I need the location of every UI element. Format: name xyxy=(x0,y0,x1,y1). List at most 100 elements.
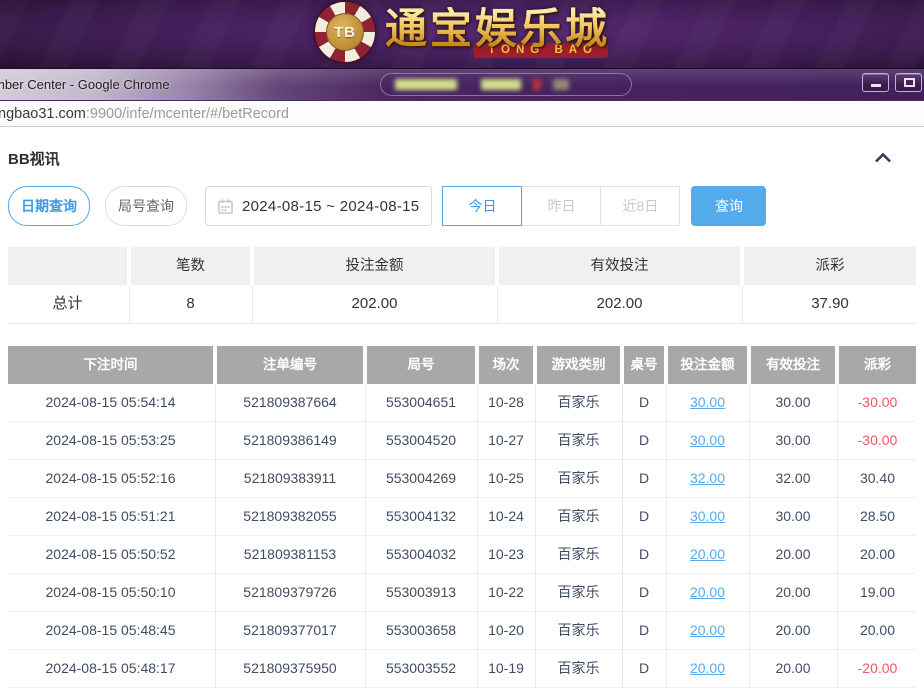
url-host: ngbao31.com xyxy=(0,106,86,122)
cell-bet-number: 521809379726 xyxy=(217,574,363,611)
cell-session: 10-23 xyxy=(479,536,533,573)
cell-payout: 19.00 xyxy=(839,574,916,611)
summary-total-label: 总计 xyxy=(8,285,127,323)
cell-table-number: D xyxy=(624,422,664,459)
cell-table-number: D xyxy=(624,384,664,421)
last-8-days-button[interactable]: 近8日 xyxy=(600,186,680,226)
summary-header: 有效投注 xyxy=(499,247,740,285)
chevron-up-icon xyxy=(874,153,892,163)
cell-valid-bet: 32.00 xyxy=(751,460,835,497)
round-query-tab[interactable]: 局号查询 xyxy=(105,186,187,226)
summary-total-row: 总计 8 202.00 202.00 37.90 xyxy=(8,285,916,324)
cell-game-type: 百家乐 xyxy=(537,384,620,421)
cell-table-number: D xyxy=(624,498,664,535)
collapse-section-button[interactable] xyxy=(874,153,892,163)
cell-game-type: 百家乐 xyxy=(537,574,620,611)
cell-bet-amount-link[interactable]: 30.00 xyxy=(668,498,747,535)
cell-valid-bet: 20.00 xyxy=(751,650,835,687)
summary-header-row: 笔数 投注金额 有效投注 派彩 xyxy=(8,247,916,285)
minimize-button[interactable] xyxy=(862,73,889,92)
cell-round-number: 553004269 xyxy=(367,460,475,497)
cell-bet-time: 2024-08-15 05:50:10 xyxy=(8,574,213,611)
page-title: BB视讯 xyxy=(8,148,60,169)
cell-bet-amount-link[interactable]: 30.00 xyxy=(668,384,747,421)
yesterday-button[interactable]: 昨日 xyxy=(521,186,601,226)
cell-payout: -30.00 xyxy=(839,422,916,459)
column-header-bet-no: 注单编号 xyxy=(217,346,363,384)
cell-session: 10-27 xyxy=(479,422,533,459)
table-row: 2024-08-15 05:54:14 521809387664 5530046… xyxy=(8,384,916,422)
window-title: mber Center - Google Chrome xyxy=(0,69,178,100)
cell-bet-number: 521809382055 xyxy=(217,498,363,535)
column-header-time: 下注时间 xyxy=(8,346,213,384)
search-button[interactable]: 查询 xyxy=(691,186,766,226)
cell-game-type: 百家乐 xyxy=(537,498,620,535)
cell-table-number: D xyxy=(624,574,664,611)
cell-bet-amount-link[interactable]: 20.00 xyxy=(668,612,747,649)
table-row: 2024-08-15 05:48:17 521809375950 5530035… xyxy=(8,650,916,688)
bet-record-table: 下注时间 注单编号 局号 场次 游戏类别 桌号 投注金额 有效投注 派彩 202… xyxy=(8,346,916,688)
cell-game-type: 百家乐 xyxy=(537,650,620,687)
table-row: 2024-08-15 05:50:52 521809381153 5530040… xyxy=(8,536,916,574)
cell-bet-number: 521809387664 xyxy=(217,384,363,421)
column-header-payout: 派彩 xyxy=(839,346,916,384)
cell-game-type: 百家乐 xyxy=(537,536,620,573)
column-header-game: 游戏类别 xyxy=(537,346,620,384)
cell-bet-amount-link[interactable]: 20.00 xyxy=(668,574,747,611)
cell-bet-amount-link[interactable]: 20.00 xyxy=(668,536,747,573)
cell-payout: 30.40 xyxy=(839,460,916,497)
date-query-tab[interactable]: 日期查询 xyxy=(8,186,90,226)
cell-valid-bet: 20.00 xyxy=(751,536,835,573)
casino-logo: TB 通宝娱乐城 TONG BAO xyxy=(314,1,610,63)
cell-table-number: D xyxy=(624,612,664,649)
address-bar[interactable]: ngbao31.com:9900/infe/mcenter/#/betRecor… xyxy=(0,100,924,127)
cell-table-number: D xyxy=(624,650,664,687)
cell-valid-bet: 20.00 xyxy=(751,612,835,649)
bet-record-page: BB视讯 日期查询 局号查询 2024-08-15 ~ 2024-08-15 xyxy=(0,127,924,688)
cell-round-number: 553004132 xyxy=(367,498,475,535)
cell-bet-amount-link[interactable]: 20.00 xyxy=(668,650,747,687)
cell-session: 10-24 xyxy=(479,498,533,535)
masked-account-info xyxy=(380,73,632,96)
column-header-table-no: 桌号 xyxy=(624,346,664,384)
cell-bet-amount-link[interactable]: 30.00 xyxy=(668,422,747,459)
maximize-button[interactable] xyxy=(895,73,922,92)
cell-valid-bet: 30.00 xyxy=(751,422,835,459)
cell-bet-time: 2024-08-15 05:50:52 xyxy=(8,536,213,573)
cell-round-number: 553004520 xyxy=(367,422,475,459)
calendar-icon xyxy=(218,199,233,214)
cell-bet-number: 521809377017 xyxy=(217,612,363,649)
cell-bet-number: 521809381153 xyxy=(217,536,363,573)
maximize-icon xyxy=(904,78,915,87)
cell-valid-bet: 30.00 xyxy=(751,384,835,421)
minimize-icon xyxy=(871,84,881,87)
cell-bet-time: 2024-08-15 05:53:25 xyxy=(8,422,213,459)
date-range-picker[interactable]: 2024-08-15 ~ 2024-08-15 xyxy=(205,186,432,226)
summary-bet-amount: 202.00 xyxy=(254,285,495,323)
summary-payout: 37.90 xyxy=(744,285,916,323)
cell-payout: -30.00 xyxy=(839,384,916,421)
table-row: 2024-08-15 05:51:21 521809382055 5530041… xyxy=(8,498,916,536)
poker-chip-icon: TB xyxy=(314,1,376,63)
cell-bet-number: 521809383911 xyxy=(217,460,363,497)
blurred-red-char xyxy=(533,79,541,90)
cell-payout: -20.00 xyxy=(839,650,916,687)
cell-session: 10-19 xyxy=(479,650,533,687)
cell-session: 10-28 xyxy=(479,384,533,421)
cell-table-number: D xyxy=(624,536,664,573)
cell-bet-amount-link[interactable]: 32.00 xyxy=(668,460,747,497)
cell-session: 10-25 xyxy=(479,460,533,497)
today-button[interactable]: 今日 xyxy=(442,186,522,226)
blurred-text xyxy=(395,79,457,90)
cell-payout: 20.00 xyxy=(839,536,916,573)
casino-header: TB 通宝娱乐城 TONG BAO xyxy=(0,0,924,68)
cell-bet-time: 2024-08-15 05:52:16 xyxy=(8,460,213,497)
cell-round-number: 553003658 xyxy=(367,612,475,649)
cell-valid-bet: 20.00 xyxy=(751,574,835,611)
cell-table-number: D xyxy=(624,460,664,497)
cell-payout: 28.50 xyxy=(839,498,916,535)
cell-round-number: 553003913 xyxy=(367,574,475,611)
bet-table-header-row: 下注时间 注单编号 局号 场次 游戏类别 桌号 投注金额 有效投注 派彩 xyxy=(8,346,916,384)
cell-game-type: 百家乐 xyxy=(537,612,620,649)
chip-label: TB xyxy=(334,24,356,41)
